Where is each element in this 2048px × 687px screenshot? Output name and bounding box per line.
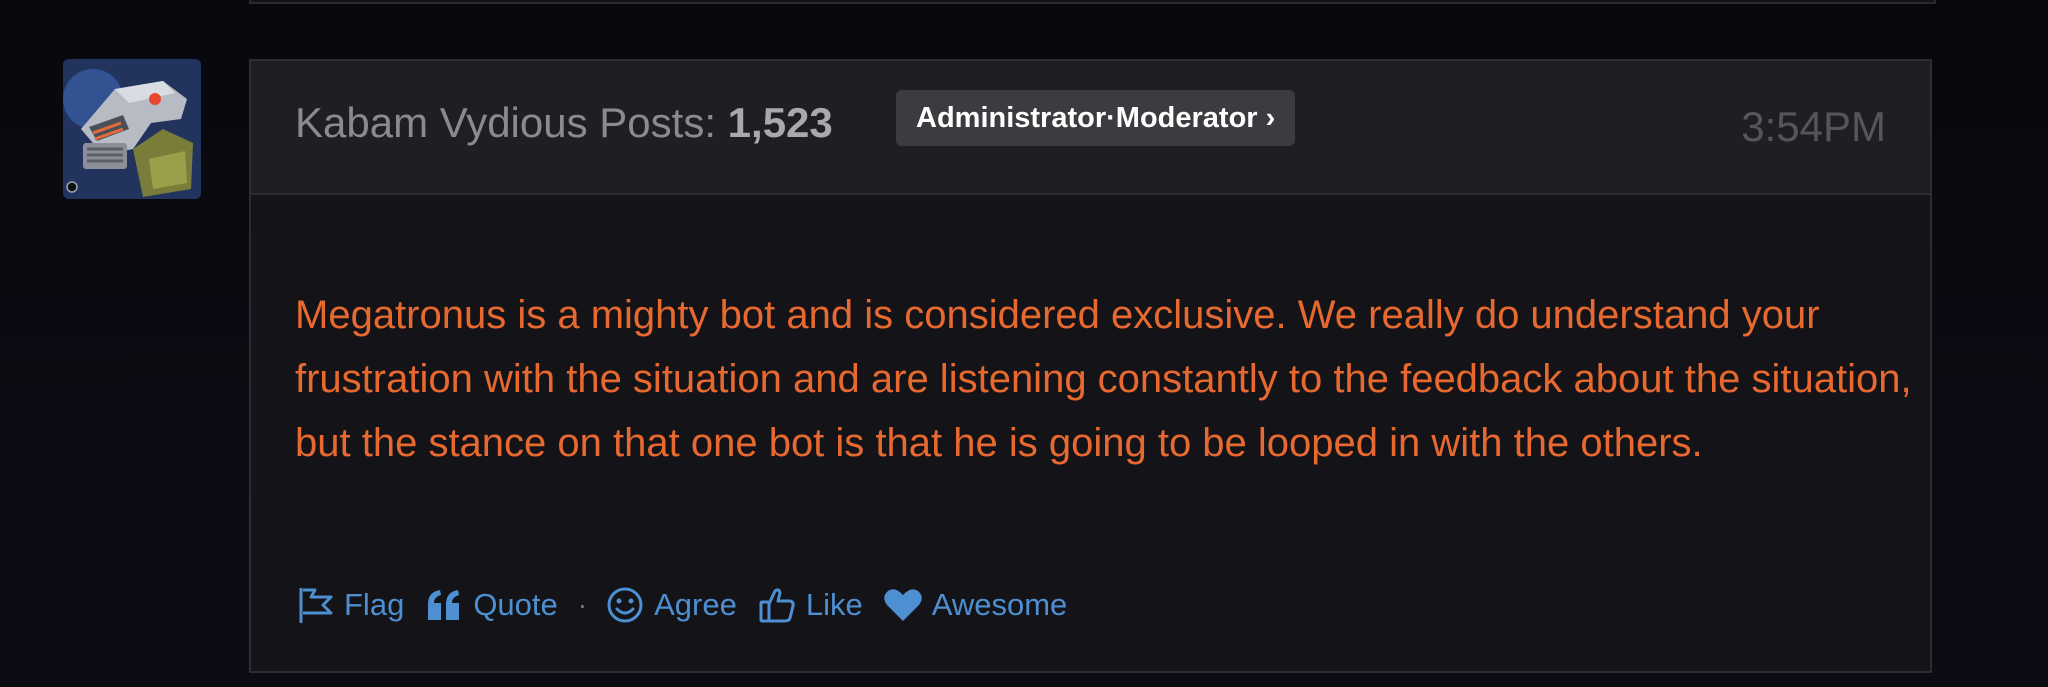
previous-post-edge [249,0,1936,4]
posts-count: 1,523 [727,99,833,146]
author-name[interactable]: Kabam Vydious [295,99,588,146]
post-timestamp[interactable]: 3:54PM [1741,103,1886,151]
avatar-robot-image [63,59,201,199]
quote-icon [424,585,464,625]
reaction-bar: Flag Quote · Agree Like Awesome [295,580,1087,630]
posts-label: Posts: [599,99,716,146]
thumbs-up-icon [757,585,797,625]
flag-button[interactable]: Flag [295,585,404,625]
reaction-separator: · [577,589,588,620]
quote-label: Quote [473,587,558,622]
avatar[interactable] [63,59,201,199]
like-label: Like [805,587,863,622]
post-header: Kabam Vydious Posts: 1,523 Administrator… [251,61,1930,195]
author-meta: Kabam Vydious Posts: 1,523 [295,99,833,147]
flag-label: Flag [344,587,405,622]
awesome-button[interactable]: Awesome [883,585,1068,625]
heart-icon [883,585,923,625]
agree-button[interactable]: Agree [605,585,737,625]
awesome-label: Awesome [931,587,1068,622]
quote-button[interactable]: Quote [424,585,558,625]
smiley-icon [605,585,645,625]
agree-label: Agree [654,587,737,622]
post-body-text: Megatronus is a mighty bot and is consid… [295,293,1912,465]
flag-icon [295,585,335,625]
like-button[interactable]: Like [757,585,863,625]
post-card: Kabam Vydious Posts: 1,523 Administrator… [249,59,1932,673]
role-badge[interactable]: Administrator·Moderator › [896,90,1296,146]
forum-thread: Kabam Vydious Posts: 1,523 Administrator… [0,0,2048,687]
